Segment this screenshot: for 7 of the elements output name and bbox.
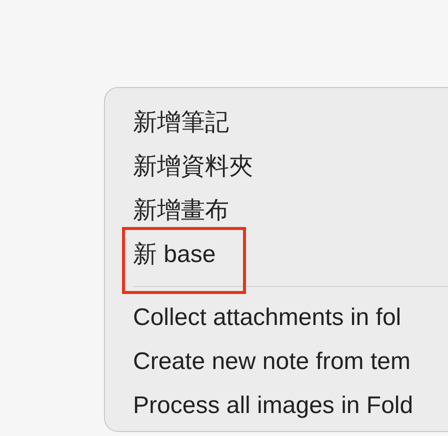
menu-item[interactable]: Process all images in Fold	[133, 394, 414, 418]
menu-item[interactable]: Create new note from tem	[133, 350, 410, 374]
menu-item[interactable]: 新增畫布	[133, 199, 229, 223]
menu-item[interactable]: 新 base	[133, 243, 216, 267]
menu-item[interactable]: 新增筆記	[133, 111, 229, 135]
menu-item[interactable]: Collect attachments in fol	[133, 306, 402, 330]
menu-item[interactable]: 新增資料夾	[133, 155, 253, 179]
